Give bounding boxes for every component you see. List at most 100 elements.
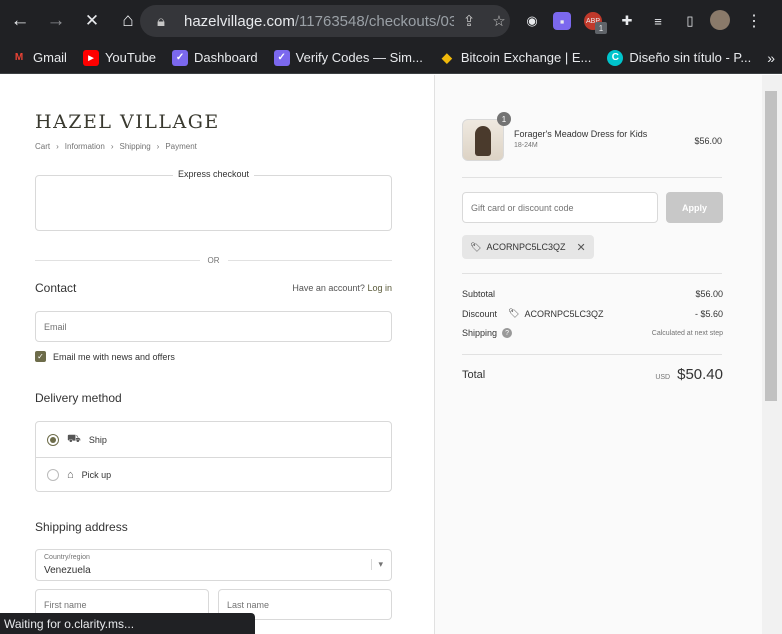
store-icon: ⌂ — [67, 469, 74, 481]
discount-code: ACORNPC5LC3QZ — [486, 242, 566, 252]
bookmark-canva[interactable]: C Diseño sin título - P... — [607, 49, 752, 66]
apply-button[interactable]: Apply — [666, 192, 723, 223]
dashboard-icon: ✓ — [172, 49, 189, 66]
radio-unselected[interactable] — [47, 469, 59, 481]
radio-selected[interactable] — [47, 433, 59, 446]
delivery-option-ship[interactable]: ⛟ Ship — [36, 422, 391, 457]
chat-extension-icon[interactable]: ▪ — [553, 12, 571, 30]
star-icon[interactable]: ☆ — [488, 10, 510, 32]
back-icon[interactable]: ← — [8, 9, 32, 33]
url-text[interactable]: hazelvillage.com/11763548/checkouts/03..… — [184, 13, 454, 30]
total-row: Total USD $50.40 — [462, 366, 723, 383]
store-logo[interactable]: HAZEL VILLAGE — [35, 111, 220, 133]
checkbox-checked-icon[interactable]: ✓ — [35, 351, 46, 362]
address-bar[interactable]: 🔒︎ hazelvillage.com/11763548/checkouts/0… — [140, 5, 510, 37]
extension-badge: 1 — [595, 22, 607, 34]
bookmark-gmail[interactable]: M Gmail — [11, 50, 67, 66]
help-icon[interactable]: ? — [502, 328, 513, 338]
account-prompt: Have an account? Log in — [292, 283, 392, 293]
bookmark-label: YouTube — [104, 50, 157, 65]
bookmark-label: Diseño sin título - P... — [629, 50, 752, 65]
shipping-address-heading: Shipping address — [35, 520, 128, 534]
total-label: Total — [462, 368, 486, 381]
order-summary: 1 Forager's Meadow Dress for Kids 18-24M… — [434, 75, 762, 634]
divider — [462, 354, 722, 355]
home-icon[interactable]: ⌂ — [116, 9, 140, 33]
breadcrumb-information: Information — [64, 142, 105, 151]
breadcrumb-cart[interactable]: Cart — [35, 142, 50, 151]
canva-icon: C — [607, 49, 624, 66]
discount-placeholder: Gift card or discount code — [471, 202, 574, 213]
shipping-label: Shipping — [462, 328, 498, 338]
bookmarks-bar: M Gmail ▶ YouTube ✓ Dashboard ✓ Verify Codes… — [0, 42, 782, 74]
breadcrumb-payment: Payment — [165, 142, 197, 151]
media-icon[interactable]: ≡ — [647, 10, 669, 32]
delivery-method-heading: Delivery method — [35, 391, 122, 405]
ship-label: Ship — [88, 434, 107, 445]
lock-icon[interactable]: 🔒︎ — [150, 10, 172, 32]
bookmark-label: Dashboard — [194, 50, 258, 65]
country-label: Country/region — [44, 554, 90, 561]
product-name: Forager's Meadow Dress for Kids — [514, 129, 648, 139]
product-thumbnail — [462, 119, 504, 161]
page-scrollbar[interactable] — [762, 75, 782, 634]
avatar[interactable] — [710, 10, 730, 30]
google-lens-icon[interactable]: ◉ — [521, 10, 543, 32]
checkout-form: HAZEL VILLAGE Cart › Information › Shipp… — [0, 75, 434, 634]
tag-icon: 🏷︎ — [508, 308, 520, 318]
delivery-option-pickup[interactable]: ⌂ Pick up — [36, 457, 391, 492]
remove-discount-icon[interactable]: ✕ — [576, 241, 585, 254]
country-value: Venezuela — [44, 565, 91, 576]
total-value: $50.40 — [677, 366, 723, 383]
url-path: /11763548/checkouts/03... — [294, 12, 454, 30]
bookmark-bitcoin-exchange[interactable]: ◆ Bitcoin Exchange | E... — [439, 50, 592, 66]
side-panel-icon[interactable]: ▯ — [679, 10, 701, 32]
shipping-value: Calculated at next step — [651, 329, 723, 337]
gmail-icon: M — [14, 52, 24, 63]
news-offers-option[interactable]: ✓ Email me with news and offers — [35, 351, 175, 362]
product-price: $56.00 — [694, 136, 722, 146]
divider — [462, 273, 722, 274]
bookmarks-overflow-icon[interactable]: » — [767, 50, 775, 66]
menu-icon[interactable]: ⋮ — [743, 10, 765, 32]
email-field[interactable]: Email — [35, 311, 392, 342]
subtotal-row: Subtotal $56.00 — [462, 289, 723, 299]
bookmark-label: Bitcoin Exchange | E... — [460, 50, 592, 65]
product-image — [475, 126, 491, 156]
discount-label: Discount — [462, 308, 498, 319]
subtotal-label: Subtotal — [462, 289, 496, 299]
chevron-right-icon: › — [110, 142, 114, 151]
breadcrumb: Cart › Information › Shipping › Payment — [35, 142, 197, 151]
country-select[interactable]: Country/region Venezuela ▾ — [35, 549, 392, 581]
chevron-down-icon[interactable]: ▾ — [371, 559, 383, 570]
divider — [462, 177, 722, 178]
bookmark-youtube[interactable]: ▶ YouTube — [82, 49, 157, 66]
share-icon[interactable]: ⇪ — [458, 10, 480, 32]
url-host: hazelvillage.com — [184, 12, 295, 30]
express-checkout-label: Express checkout — [173, 169, 255, 179]
discount-code-input[interactable]: Gift card or discount code — [462, 192, 658, 223]
or-divider: OR — [35, 256, 392, 265]
login-link[interactable]: Log in — [367, 283, 392, 293]
forward-icon[interactable]: → — [44, 9, 68, 33]
have-account-text: Have an account? — [292, 283, 365, 293]
email-placeholder: Email — [44, 321, 67, 332]
quantity-badge: 1 — [497, 112, 511, 126]
tag-icon: 🏷︎ — [470, 241, 482, 252]
subtotal-value: $56.00 — [695, 289, 723, 299]
binance-icon: ◆ — [441, 49, 452, 65]
stop-loading-icon[interactable]: ✕ — [80, 9, 104, 33]
verify-icon: ✓ — [273, 49, 290, 66]
scrollbar-thumb[interactable] — [765, 91, 777, 401]
bookmark-verify-codes[interactable]: ✓ Verify Codes — Sim... — [273, 49, 423, 66]
discount-code: ACORNPC5LC3QZ — [524, 308, 604, 319]
discount-tag: 🏷︎ ACORNPC5LC3QZ ✕ — [462, 235, 594, 259]
puzzle-icon[interactable]: ✚ — [616, 10, 638, 32]
news-offers-label: Email me with news and offers — [53, 351, 175, 362]
discount-value: - $5.60 — [694, 308, 723, 319]
bookmark-dashboard[interactable]: ✓ Dashboard — [172, 49, 258, 66]
product-variant: 18-24M — [514, 142, 538, 149]
chevron-right-icon: › — [156, 142, 160, 151]
first-name-placeholder: First name — [44, 599, 87, 610]
bookmark-label: Gmail — [33, 50, 67, 65]
